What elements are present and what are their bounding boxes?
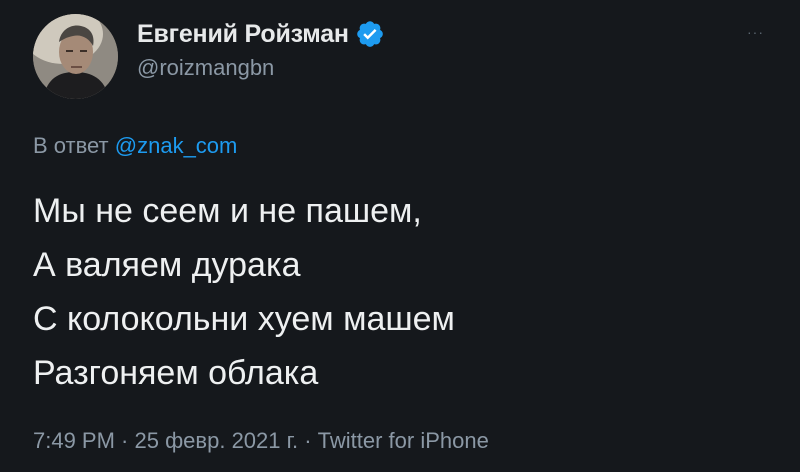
avatar-photo	[33, 14, 118, 99]
tweet-text: Мы не сеем и не пашем, А валяем дурака С…	[33, 184, 773, 400]
author-display-name[interactable]: Евгений Ройзман	[137, 20, 349, 49]
author-handle[interactable]: @roizmangbn	[137, 55, 274, 81]
author-name-row: Евгений Ройзман	[137, 18, 385, 50]
tweet-text-line: Разгоняем облака	[33, 354, 319, 392]
meta-separator: ·	[114, 428, 135, 453]
tweet-text-line: А валяем дурака	[33, 246, 301, 284]
reply-context: В ответ @znak_com	[33, 133, 237, 159]
tweet-date[interactable]: 25 февр. 2021 г.	[135, 428, 299, 453]
tweet-meta: 7:49 PM · 25 февр. 2021 г. · Twitter for…	[33, 428, 489, 454]
tweet-time[interactable]: 7:49 PM	[33, 428, 115, 453]
verified-badge-icon	[355, 19, 385, 49]
meta-separator: ·	[298, 428, 318, 453]
tweet-text-line: Мы не сеем и не пашем,	[33, 192, 422, 230]
more-dots-icon[interactable]: ···	[747, 24, 764, 40]
reply-prefix: В ответ	[33, 133, 109, 158]
avatar[interactable]	[33, 14, 118, 99]
reply-mention-link[interactable]: @znak_com	[115, 133, 238, 158]
tweet-card: Евгений Ройзман @roizmangbn ··· В ответ …	[0, 0, 800, 472]
tweet-text-line: С колокольни хуем машем	[33, 300, 455, 338]
tweet-source-link[interactable]: Twitter for iPhone	[318, 428, 489, 453]
